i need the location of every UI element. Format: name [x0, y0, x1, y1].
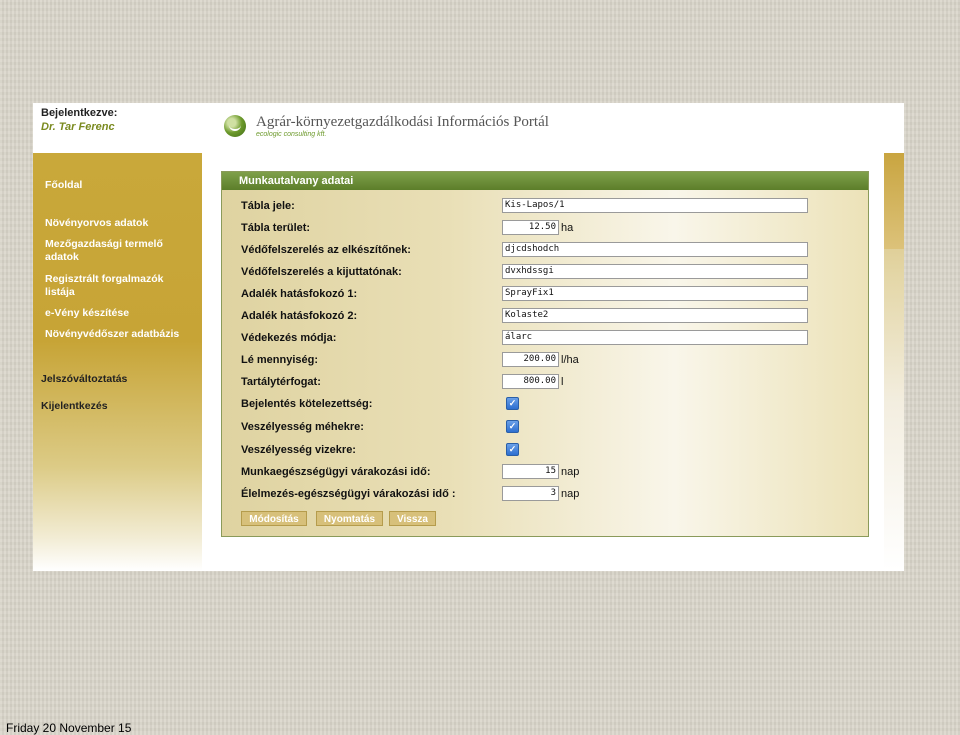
row-ppe-applicator: Védőfelszerelés a kijuttatónak: dvxhdssg… [222, 263, 868, 283]
row-liquid-amount: Lé mennyiség: 200.00 l/ha [222, 351, 868, 371]
unit-label: ha [561, 222, 574, 234]
table-area-input[interactable]: 12.50 [502, 220, 559, 235]
sidebar-item-pesticide-db[interactable]: Növényvédőszer adatbázis [45, 328, 179, 341]
sidebar-item-home[interactable]: Főoldal [45, 179, 82, 192]
modify-button[interactable]: Módosítás [241, 511, 307, 526]
unit-label: l [561, 376, 564, 388]
row-label: Adalék hatásfokozó 2: [241, 310, 358, 322]
additive-1-input[interactable]: SprayFix1 [502, 286, 808, 301]
portal-screenshot: Bejelentkezve: Dr. Tar Ferenc Agrár-körn… [33, 103, 904, 571]
row-table-id: Tábla jele: Kis-Lapos/1 [222, 197, 868, 217]
water-hazard-checkbox[interactable]: ✓ [506, 443, 519, 456]
row-label: Védekezés módja: [241, 332, 337, 344]
main-content: Munkautalvany adatai Tábla jele: Kis-Lap… [202, 153, 884, 571]
row-bee-hazard: Veszélyesség méhekre: ✓ [222, 418, 868, 438]
print-button[interactable]: Nyomtatás [316, 511, 383, 526]
row-water-hazard: Veszélyesség vizekre: ✓ [222, 441, 868, 461]
row-label: Bejelentés kötelezettség: [241, 398, 373, 410]
ppe-applicator-input[interactable]: dvxhdssgi [502, 264, 808, 279]
row-label: Veszélyesség vizekre: [241, 444, 356, 456]
row-reporting-obligation: Bejelentés kötelezettség: ✓ [222, 395, 868, 415]
row-ppe-preparer: Védőfelszerelés az elkészítőnek: djcdsho… [222, 241, 868, 261]
reporting-obligation-checkbox[interactable]: ✓ [506, 397, 519, 410]
sidebar-item-logout[interactable]: Kijelentkezés [41, 400, 108, 413]
row-label: Élelmezés-egészségügyi várakozási idő : [241, 488, 456, 500]
login-user: Dr. Tar Ferenc [41, 121, 115, 133]
portal-subtitle: ecologic consulting kft. [256, 131, 327, 138]
row-tank-volume: Tartálytérfogat: 800.00 l [222, 373, 868, 393]
table-id-input[interactable]: Kis-Lapos/1 [502, 198, 808, 213]
work-order-panel: Munkautalvany adatai Tábla jele: Kis-Lap… [221, 171, 869, 537]
row-table-area: Tábla terület: 12.50 ha [222, 219, 868, 239]
protection-method-input[interactable]: álarc [502, 330, 808, 345]
additive-2-input[interactable]: Kolaste2 [502, 308, 808, 323]
sidebar-item-e-veny[interactable]: e-Vény készítése [45, 307, 129, 320]
sidebar-item-plant-doctor[interactable]: Növényorvos adatok [45, 217, 148, 230]
tank-volume-input[interactable]: 800.00 [502, 374, 559, 389]
row-label: Tartálytérfogat: [241, 376, 321, 388]
portal-logo-icon [224, 115, 246, 137]
row-label: Védőfelszerelés a kijuttatónak: [241, 266, 402, 278]
unit-label: nap [561, 466, 580, 478]
row-protection-method: Védekezés módja: álarc [222, 329, 868, 349]
sidebar-item-password-change[interactable]: Jelszóváltoztatás [41, 373, 127, 386]
row-additive-1: Adalék hatásfokozó 1: SprayFix1 [222, 285, 868, 305]
login-label: Bejelentkezve: [41, 107, 118, 119]
slide-footer-date: Friday 20 November 15 [6, 721, 132, 735]
portal-title: Agrár-környezetgazdálkodási Információs … [256, 114, 549, 130]
panel-title: Munkautalvany adatai [222, 172, 868, 190]
sidebar: Főoldal Növényorvos adatok Mezőgazdasági… [33, 153, 202, 571]
row-label: Munkaegészségügyi várakozási idő: [241, 466, 431, 478]
right-decoration [884, 153, 904, 571]
row-label: Lé mennyiség: [241, 354, 319, 366]
back-button[interactable]: Vissza [389, 511, 436, 526]
portal-header: Agrár-környezetgazdálkodási Információs … [202, 103, 884, 153]
food-safety-wait-input[interactable]: 3 [502, 486, 559, 501]
bee-hazard-checkbox[interactable]: ✓ [506, 420, 519, 433]
unit-label: l/ha [561, 354, 579, 366]
row-label: Védőfelszerelés az elkészítőnek: [241, 244, 411, 256]
row-work-safety-wait: Munkaegészségügyi várakozási idő: 15 nap [222, 463, 868, 483]
row-label: Tábla terület: [241, 222, 311, 234]
liquid-amount-input[interactable]: 200.00 [502, 352, 559, 367]
row-additive-2: Adalék hatásfokozó 2: Kolaste2 [222, 307, 868, 327]
row-food-safety-wait: Élelmezés-egészségügyi várakozási idő : … [222, 485, 868, 505]
row-label: Veszélyesség méhekre: [241, 421, 364, 433]
row-label: Tábla jele: [241, 200, 295, 212]
sidebar-item-farmer-data[interactable]: Mezőgazdasági termelő adatok [45, 238, 185, 264]
sidebar-item-distributors[interactable]: Regisztrált forgalmazók listája [45, 273, 185, 299]
login-info: Bejelentkezve: Dr. Tar Ferenc [33, 103, 202, 153]
work-safety-wait-input[interactable]: 15 [502, 464, 559, 479]
unit-label: nap [561, 488, 580, 500]
ppe-preparer-input[interactable]: djcdshodch [502, 242, 808, 257]
row-label: Adalék hatásfokozó 1: [241, 288, 358, 300]
